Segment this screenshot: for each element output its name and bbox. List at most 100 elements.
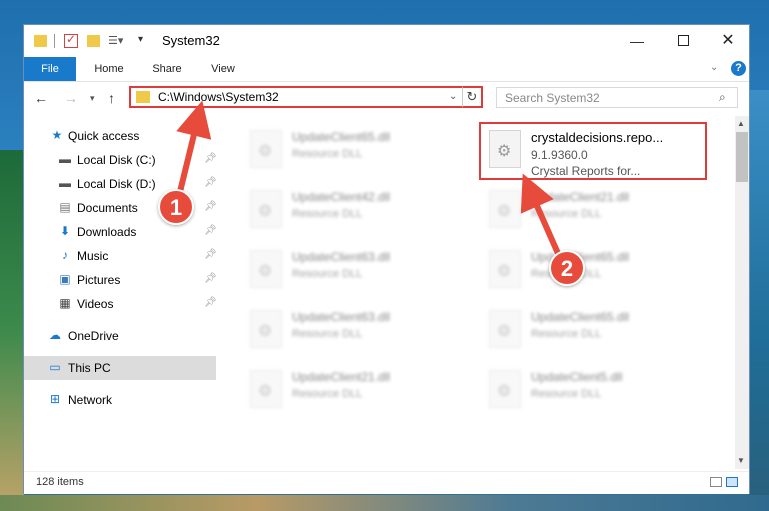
pin-icon[interactable]: 📌︎ [204,153,217,164]
help-icon[interactable]: ? [731,61,746,76]
list-item[interactable]: UpdateClient63.dll Resource DLL [240,306,470,354]
file-name: UpdateClient65.dll [292,130,391,144]
sidebar-item-label: Local Disk (C:) [77,153,156,167]
file-type: Resource DLL [292,328,363,340]
navigation-bar: ← → ▾ ↑ C:\Windows\System32 ⌄ ↻ Search S… [24,82,749,115]
step-badge-2: 2 [549,250,585,286]
new-folder-icon[interactable] [87,35,100,47]
dll-file-icon [250,130,282,168]
drive-icon: ▬ [59,152,71,166]
sidebar-item-label: Videos [77,297,114,311]
sidebar-item-quick-access[interactable]: ★ Quick access [24,124,216,148]
dll-file-icon [489,250,521,288]
scroll-up-icon[interactable]: ▲ [737,119,745,128]
sidebar-item-music[interactable]: ♪ Music 📌︎ [24,244,217,268]
folder-icon [136,91,150,103]
videos-icon: ▦ [59,296,71,310]
file-list: UpdateClient65.dll Resource DLL UpdateCl… [220,116,735,469]
cloud-icon: ☁ [49,328,61,342]
navigation-pane: ★ Quick access ▬ Local Disk (C:) 📌︎ ▬ Lo… [24,116,218,469]
expand-ribbon-chevron-icon[interactable]: ⌄ [710,62,718,73]
maximize-button[interactable] [660,29,706,53]
desktop-background-bottom [0,495,769,511]
list-item[interactable]: UpdateClient65.dll Resource DLL [240,126,470,174]
recent-locations-chevron-icon[interactable]: ▾ [90,93,95,104]
customize-toolbar-chevron-icon[interactable]: ▾ [138,34,143,50]
back-arrow-icon[interactable]: ← [34,90,48,106]
list-item[interactable]: UpdateClient42.dll Resource DLL [240,186,470,234]
sidebar-item-videos[interactable]: ▦ Videos 📌︎ [24,292,216,316]
pin-icon[interactable]: 📌︎ [204,177,217,188]
search-input[interactable]: Search System32 ⌕ [496,87,738,108]
sidebar-item-label: Documents [77,201,138,215]
pin-icon[interactable]: 📌︎ [204,249,217,260]
tab-view[interactable]: View [198,57,248,81]
list-item[interactable]: UpdateClient63.dll Resource DLL [240,246,470,294]
address-path[interactable]: C:\Windows\System32 [158,90,279,104]
ribbon-tabs: File Home Share View ⌄ ? [24,57,749,82]
music-icon: ♪ [62,248,68,262]
file-name: UpdateClient5.dll [531,370,623,384]
list-item[interactable]: UpdateClient21.dll Resource DLL [240,366,470,414]
minimize-button[interactable]: — [614,29,660,53]
sidebar-item-label: Music [77,249,109,263]
refresh-button[interactable]: ↻ [462,86,483,108]
details-view-icon[interactable] [710,477,722,487]
pin-icon[interactable]: 📌︎ [204,273,217,284]
sidebar-item-label: OneDrive [68,329,119,343]
sidebar-item-label: Downloads [77,225,137,239]
dll-file-icon [250,310,282,348]
computer-icon: ▭ [49,360,61,374]
list-item[interactable]: UpdateClient65.dll Resource DLL [479,246,709,294]
sidebar-item-label: Pictures [77,273,121,287]
window-title: System32 [162,33,220,48]
file-name: UpdateClient42.dll [292,190,391,204]
file-name: UpdateClient21.dll [531,190,630,204]
dll-file-icon [250,190,282,228]
list-item[interactable]: UpdateClient21.dll Resource DLL [479,186,709,234]
view-options-icon[interactable]: ☰▾ [108,34,123,50]
pictures-icon: ▣ [59,272,71,286]
sidebar-item-label: This PC [68,361,111,375]
large-icons-view-icon[interactable] [726,477,738,487]
maximize-icon [677,35,689,46]
vertical-scrollbar[interactable]: ▲ ▼ [735,116,749,469]
file-type: Resource DLL [531,388,602,400]
star-icon: ★ [51,128,63,142]
sidebar-item-pictures[interactable]: ▣ Pictures 📌︎ [24,268,216,292]
tab-file[interactable]: File [24,57,76,81]
dll-file-icon [489,190,521,228]
file-type: Resource DLL [531,208,602,220]
sidebar-item-network[interactable]: ⊞ Network [24,388,216,412]
forward-arrow-icon[interactable]: → [64,90,78,106]
sidebar-item-onedrive[interactable]: ☁ OneDrive [24,324,216,348]
sidebar-item-downloads[interactable]: ⬇ Downloads 📌︎ [24,220,217,244]
properties-icon[interactable] [64,32,78,48]
sidebar-item-local-disk-c[interactable]: ▬ Local Disk (C:) 📌︎ [24,148,217,172]
scroll-thumb[interactable] [736,132,748,182]
address-history-chevron-icon[interactable]: ⌄ [449,91,457,102]
pin-icon[interactable]: 📌︎ [204,225,217,236]
item-count: 128 items [36,476,84,488]
desktop-background-right [749,90,769,511]
tab-home[interactable]: Home [82,57,136,81]
list-item[interactable]: UpdateClient5.dll Resource DLL [479,366,709,414]
list-item[interactable]: UpdateClient65.dll Resource DLL [479,306,709,354]
dll-file-icon [250,250,282,288]
address-bar[interactable]: C:\Windows\System32 ⌄ [129,86,483,108]
close-button[interactable]: ✕ [705,29,751,53]
scroll-down-icon[interactable]: ▼ [737,456,745,465]
file-type: Resource DLL [292,208,363,220]
sidebar-item-this-pc[interactable]: ▭ This PC [24,356,216,380]
sidebar-item-label: Local Disk (D:) [77,177,156,191]
file-type: Resource DLL [531,328,602,340]
highlight-box [479,122,707,180]
download-arrow-icon: ⬇ [59,224,71,238]
up-arrow-icon[interactable]: ↑ [108,90,115,106]
pin-icon[interactable]: 📌︎ [204,201,217,212]
search-placeholder: Search System32 [505,91,600,105]
search-icon: ⌕ [719,90,726,104]
tab-share[interactable]: Share [140,57,194,81]
pin-icon[interactable]: 📌︎ [204,297,217,308]
documents-icon: ▤ [59,200,71,214]
